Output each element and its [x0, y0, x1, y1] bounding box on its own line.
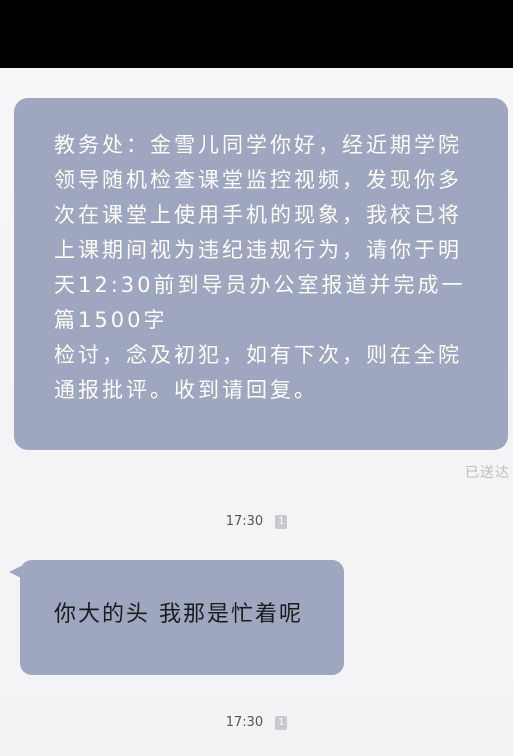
unread-count-badge: 1	[275, 715, 288, 730]
outgoing-message-bubble[interactable]: 教务处：金雪儿同学你好，经近期学院领导随机检查课堂监控视频，发现你多次在课堂上使…	[14, 98, 508, 450]
message-timestamp-row: 17:30 1	[0, 715, 513, 730]
read-status-label: 已送达	[465, 465, 510, 481]
message-timestamp-row: 17:30 1	[0, 514, 513, 529]
incoming-message-bubble[interactable]: 你大的头 我那是忙着呢	[9, 560, 344, 675]
message-timestamp: 17:30	[225, 514, 264, 529]
status-bar	[0, 0, 513, 68]
unread-count-badge: 1	[275, 514, 288, 529]
message-timestamp: 17:30	[225, 715, 264, 730]
